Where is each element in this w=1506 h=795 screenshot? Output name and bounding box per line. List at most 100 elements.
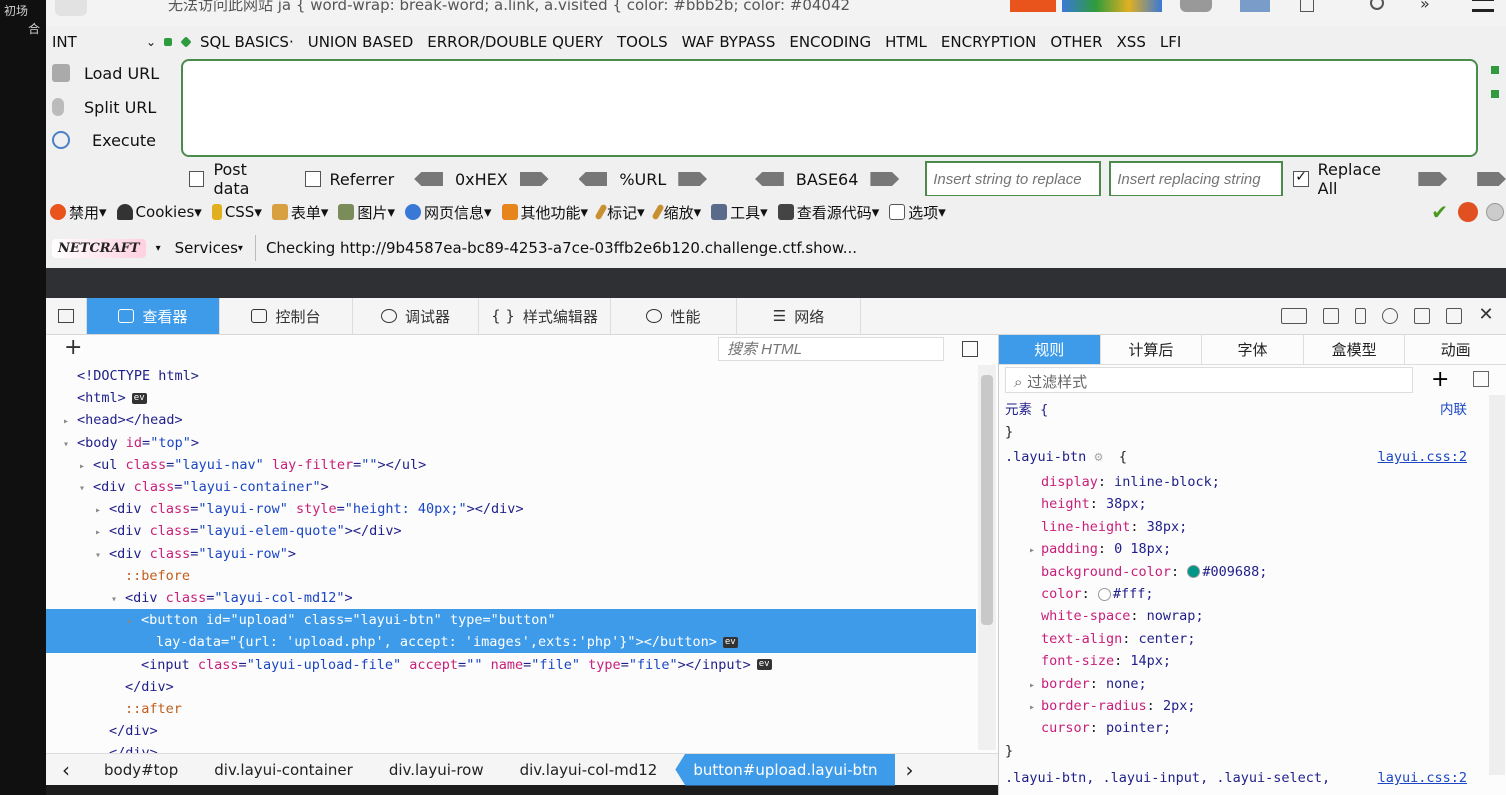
menu-lfi[interactable]: LFI <box>1160 33 1181 51</box>
url-textarea[interactable] <box>181 59 1478 157</box>
base64-encode-arrow-icon[interactable] <box>870 172 900 186</box>
tb-resize[interactable]: 缩放 ▾ <box>651 202 701 223</box>
html-node[interactable]: ▾ <div class="layui-row"> <box>46 543 976 565</box>
tab-rules[interactable]: 规则 <box>999 335 1101 364</box>
html-node-selected[interactable]: ▸ <button id="upload" class="layui-btn" t… <box>46 609 976 632</box>
services-menu[interactable]: Services <box>175 239 238 257</box>
add-rule-icon[interactable]: + <box>1431 367 1449 392</box>
search-icon[interactable] <box>1370 0 1384 10</box>
menu-waf-bypass[interactable]: WAF BYPASS <box>682 33 776 51</box>
breadcrumb-row[interactable]: div.layui-row <box>371 761 502 779</box>
tab-box-model[interactable]: 盒模型 <box>1304 335 1406 364</box>
replace-to-input[interactable] <box>1109 161 1284 197</box>
type-select[interactable]: INT ⌄ <box>46 30 164 54</box>
tab-computed[interactable]: 计算后 <box>1101 335 1203 364</box>
copy-icon[interactable] <box>1473 371 1489 387</box>
tb-options[interactable]: 选项 ▾ <box>889 202 946 223</box>
html-node[interactable]: <!DOCTYPE html> <box>46 365 976 387</box>
status-icon[interactable] <box>1486 203 1504 221</box>
hamburger-icon[interactable] <box>1472 0 1494 12</box>
error-icon[interactable] <box>1458 202 1478 222</box>
back-button[interactable] <box>55 0 87 16</box>
html-node[interactable]: ▸ <div class="layui-row" style="height: 4… <box>46 498 976 520</box>
breadcrumb-next-icon[interactable]: › <box>895 758 923 782</box>
url-decode-arrow-icon[interactable] <box>578 172 608 186</box>
rules-scrollbar[interactable] <box>1489 395 1505 775</box>
search-html-input[interactable] <box>718 337 944 361</box>
pick-element-button[interactable] <box>46 298 87 334</box>
html-node[interactable]: </div> <box>46 676 976 698</box>
html-node[interactable]: ▾ <div class="layui-col-md12"> <box>46 587 976 609</box>
tab-console[interactable]: 控制台 <box>220 298 353 334</box>
html-node[interactable]: ::after <box>46 698 976 720</box>
undock-icon[interactable] <box>1446 308 1462 324</box>
menu-xss[interactable]: XSS <box>1117 33 1146 51</box>
filter-styles-input[interactable]: ⌕ 过滤样式 <box>1005 367 1413 393</box>
html-node[interactable]: <input class="layui-upload-file" accept=… <box>46 654 976 676</box>
addon-icons[interactable] <box>1062 0 1162 12</box>
menu-sql-basics[interactable]: SQL BASICS <box>200 33 289 51</box>
referrer-checkbox[interactable] <box>305 171 321 187</box>
load-url-button[interactable]: Load URL <box>52 61 159 85</box>
menu-error-double-query[interactable]: ERROR/DOUBLE QUERY <box>427 33 603 51</box>
replace-arrow-icon[interactable] <box>1418 172 1448 186</box>
menu-union-based[interactable]: UNION BASED <box>308 33 414 51</box>
responsive-icon[interactable] <box>1323 308 1339 324</box>
markup-scroll-thumb[interactable] <box>981 375 993 625</box>
overflow-icon[interactable]: » <box>1420 0 1430 13</box>
html-node[interactable]: ▾ <div class="layui-container"> <box>46 476 976 498</box>
menu-html[interactable]: HTML <box>885 33 927 51</box>
tab-performance[interactable]: 性能 <box>611 298 737 334</box>
html-node[interactable]: ▸ <div class="layui-elem-quote"></div> <box>46 520 976 542</box>
menu-icon[interactable] <box>1180 0 1212 12</box>
close-devtools-icon[interactable]: ✕ <box>1478 306 1494 324</box>
tb-forms[interactable]: 表单 ▾ <box>271 202 328 223</box>
netcraft-dropdown-icon[interactable]: ▾ <box>156 243 161 254</box>
tb-disable[interactable]: 禁用 ▾ <box>50 202 107 223</box>
breadcrumb-col[interactable]: div.layui-col-md12 <box>502 761 676 779</box>
html-node[interactable]: ▾ <body id="top"> <box>46 432 976 454</box>
next-rule-source-link[interactable]: layui.css:2 <box>1378 767 1467 789</box>
breadcrumb-prev-icon[interactable]: ‹ <box>46 758 86 782</box>
tab-inspector[interactable]: 查看器 <box>87 298 220 334</box>
menu-encoding[interactable]: ENCODING <box>789 33 871 51</box>
tab-fonts[interactable]: 字体 <box>1202 335 1304 364</box>
tb-misc[interactable]: 其他功能 ▾ <box>501 202 588 223</box>
tab-debugger[interactable]: 调试器 <box>353 298 479 334</box>
netcraft-logo[interactable]: NETCRAFT <box>52 238 146 258</box>
phone-icon[interactable] <box>1355 308 1366 324</box>
markup-scrollbar[interactable] <box>978 365 996 750</box>
tb-info[interactable]: 网页信息 ▾ <box>404 202 492 223</box>
tab-network[interactable]: ☰ 网络 <box>737 298 861 334</box>
html-node[interactable]: <html> ev <box>46 387 976 409</box>
tb-images[interactable]: 图片 ▾ <box>338 202 395 223</box>
replace-all-checkbox[interactable] <box>1293 169 1309 187</box>
add-node-icon[interactable]: + <box>64 335 82 360</box>
menu-other[interactable]: OTHER <box>1050 33 1102 51</box>
replace-from-input[interactable] <box>925 161 1102 197</box>
extension-icon[interactable] <box>1240 0 1270 12</box>
split-url-button[interactable]: Split URL <box>52 95 156 119</box>
base64-decode-arrow-icon[interactable] <box>755 172 784 186</box>
library-icon[interactable] <box>1300 0 1314 12</box>
menu-tools[interactable]: TOOLS <box>617 33 668 51</box>
html-node[interactable]: </div> <box>46 720 976 742</box>
breadcrumb-button[interactable]: button#upload.layui-btn <box>675 753 896 786</box>
hex-encode-arrow-icon[interactable] <box>519 172 549 186</box>
hex-decode-arrow-icon[interactable] <box>414 172 443 186</box>
tab-style-editor[interactable]: { } 样式编辑器 <box>479 298 611 334</box>
toggle-sidebar-icon[interactable] <box>962 341 978 357</box>
rule-source-link[interactable]: layui.css:2 <box>1378 446 1467 468</box>
tb-view-source[interactable]: 查看源代码 ▾ <box>777 202 879 223</box>
breadcrumb-body[interactable]: body#top <box>86 761 196 779</box>
tb-cookies[interactable]: Cookies ▾ <box>116 203 202 221</box>
tb-outline[interactable]: 标记 ▾ <box>594 202 645 223</box>
addon-icon[interactable] <box>1010 0 1056 12</box>
html-node[interactable]: ::before <box>46 565 976 587</box>
replace-next-arrow-icon[interactable] <box>1477 172 1506 186</box>
url-encode-arrow-icon[interactable] <box>678 172 708 186</box>
dock-side-icon[interactable] <box>1414 308 1430 324</box>
layout-icon[interactable] <box>1281 308 1307 324</box>
menu-encryption[interactable]: ENCRYPTION <box>941 33 1036 51</box>
check-icon[interactable]: ✔ <box>1431 200 1448 224</box>
